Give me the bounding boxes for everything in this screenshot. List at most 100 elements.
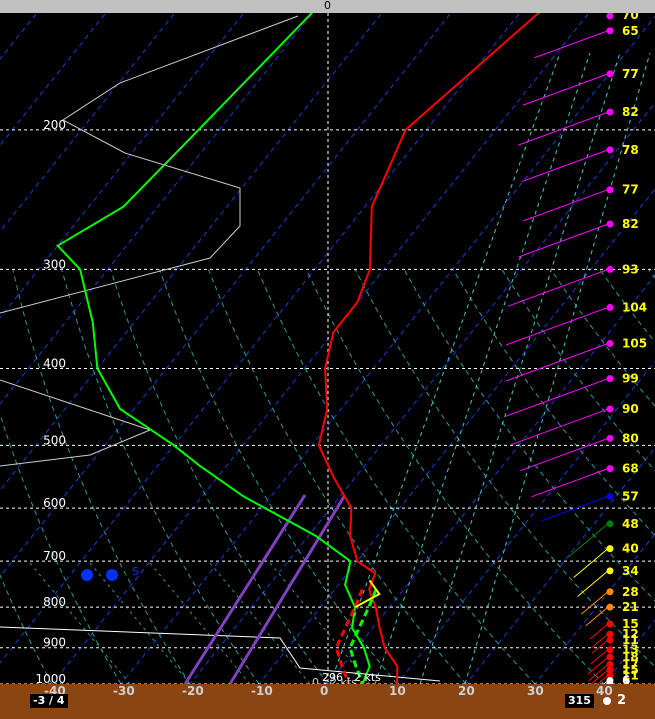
wind-barb-line [521, 149, 609, 182]
surface-wind-speed: 2 [617, 693, 627, 708]
wind-barb-line [518, 223, 609, 258]
wind-speed-dot [606, 520, 614, 528]
mixing-ratio-line [29, 562, 131, 684]
wind-speed-label: 82 [622, 105, 639, 119]
temperature-tick-label: 10 [389, 684, 406, 698]
isotherm-line [0, 13, 38, 60]
surface-wind-direction-box: 315 [565, 694, 594, 708]
wind-speed-dot [606, 545, 614, 553]
wind-speed-label: 68 [622, 462, 639, 476]
dry-adiabat-line [403, 269, 655, 602]
wind-speed-label: 82 [622, 217, 639, 231]
wind-speed-label: 93 [622, 262, 639, 276]
wind-speed-dot [606, 375, 614, 383]
storm-motion-dot [106, 569, 118, 581]
wind-speed-label: 90 [622, 402, 639, 416]
wind-speed-dot [606, 405, 614, 413]
surface-temperature-box: -3 / 4 [30, 694, 68, 708]
wind-barb-line [505, 306, 609, 346]
wind-speed-label: 40 [622, 542, 639, 556]
wind-speed-dot [606, 588, 614, 596]
top-scale-bar: 0 [0, 0, 655, 13]
isotherm-line [0, 13, 245, 319]
wind-barb-line [518, 111, 609, 146]
temperature-tick-label: -10 [251, 684, 273, 698]
isotherm-line [327, 274, 655, 684]
hodograph-trace-lower [0, 379, 152, 467]
pressure-tick-label: 1000 [35, 672, 66, 684]
wind-speed-label: 34 [622, 564, 639, 578]
wind-speed-dot [606, 492, 614, 500]
wind-speed-dot [606, 27, 614, 35]
mixing-ratio-line [149, 562, 251, 684]
wind-speed-label: 77 [622, 67, 639, 81]
wind-speed-label: 78 [622, 143, 639, 157]
wind-barb-line [587, 656, 609, 675]
temperature-tick-label: -20 [182, 684, 204, 698]
wind-speed-label: 99 [622, 372, 639, 386]
wind-barb-line [589, 623, 609, 640]
wind-speed-dot [606, 653, 614, 661]
wind-speed-dot [606, 303, 614, 311]
wind-speed-dot [606, 620, 614, 628]
dewpoint-profile-line [56, 13, 371, 684]
wind-speed-label: 21 [622, 600, 639, 614]
wind-speed-dot [606, 434, 614, 442]
wind-barb-line [573, 548, 609, 578]
wind-speed-label: 28 [622, 585, 639, 599]
wind-speed-dot [606, 465, 614, 473]
wind-speed-label: 48 [622, 517, 639, 531]
wind-speed-dot [606, 146, 614, 154]
wind-barb-line [541, 495, 609, 522]
isotherm-line [0, 13, 176, 233]
wind-speed-label: 104 [622, 300, 647, 314]
isotherm-line [120, 15, 655, 684]
wind-barb-line [520, 437, 609, 472]
wind-barb-line [585, 606, 609, 627]
wind-barb-line [534, 30, 609, 59]
wind-speed-dot [606, 70, 614, 78]
temperature-tick-label: 40 [596, 684, 613, 698]
wind-speed-dot [606, 265, 614, 273]
dry-adiabat-line [110, 269, 329, 684]
wind-barb-line [505, 343, 609, 382]
isotherm-line [0, 13, 521, 664]
isotherm-line [0, 13, 383, 492]
wind-speed-label: 77 [622, 183, 639, 197]
wind-barb-line [522, 189, 609, 222]
wind-speed-label: 57 [622, 489, 639, 503]
wind-speed-dot [606, 13, 614, 20]
wind-barb-line [531, 468, 609, 498]
wind-speed-dot [606, 603, 614, 611]
pressure-tick-label: 600 [43, 496, 66, 510]
isotherm-line [51, 13, 590, 684]
wind-speed-label: 65 [622, 24, 639, 38]
dry-adiabat-line [61, 269, 260, 684]
isotherm-line [396, 360, 655, 684]
skew-t-chart: 2003004005006007008009001000S296 - 2 kts… [0, 13, 655, 684]
wind-speed-dot [606, 567, 614, 575]
pressure-tick-label: 300 [43, 257, 66, 271]
isotherm-line [0, 13, 452, 578]
storm-motion-label: S [132, 565, 139, 578]
wind-speed-label: 80 [622, 431, 639, 445]
pressure-tick-label: 500 [43, 433, 66, 447]
wind-barb-line [577, 570, 609, 597]
surface-wind-dot [603, 697, 611, 705]
pressure-tick-label: 700 [43, 549, 66, 563]
temperature-tick-label: 30 [527, 684, 544, 698]
wind-speed-dot [606, 108, 614, 116]
dry-adiabat-line [0, 412, 122, 684]
wind-speed-dot [606, 636, 614, 644]
wind-barb-line [507, 268, 609, 307]
dry-adiabat-line [550, 269, 655, 407]
wind-barb-line [510, 408, 609, 446]
dry-adiabat-line [0, 573, 53, 684]
pressure-tick-label: 400 [43, 356, 66, 370]
temperature-tick-label: -30 [113, 684, 135, 698]
wind-speed-label: 1 [622, 677, 630, 684]
pressure-tick-label: 800 [43, 595, 66, 609]
top-center-label: 0 [324, 0, 331, 12]
wind-speed-dot [606, 646, 614, 654]
wind-speed-dot [606, 220, 614, 228]
